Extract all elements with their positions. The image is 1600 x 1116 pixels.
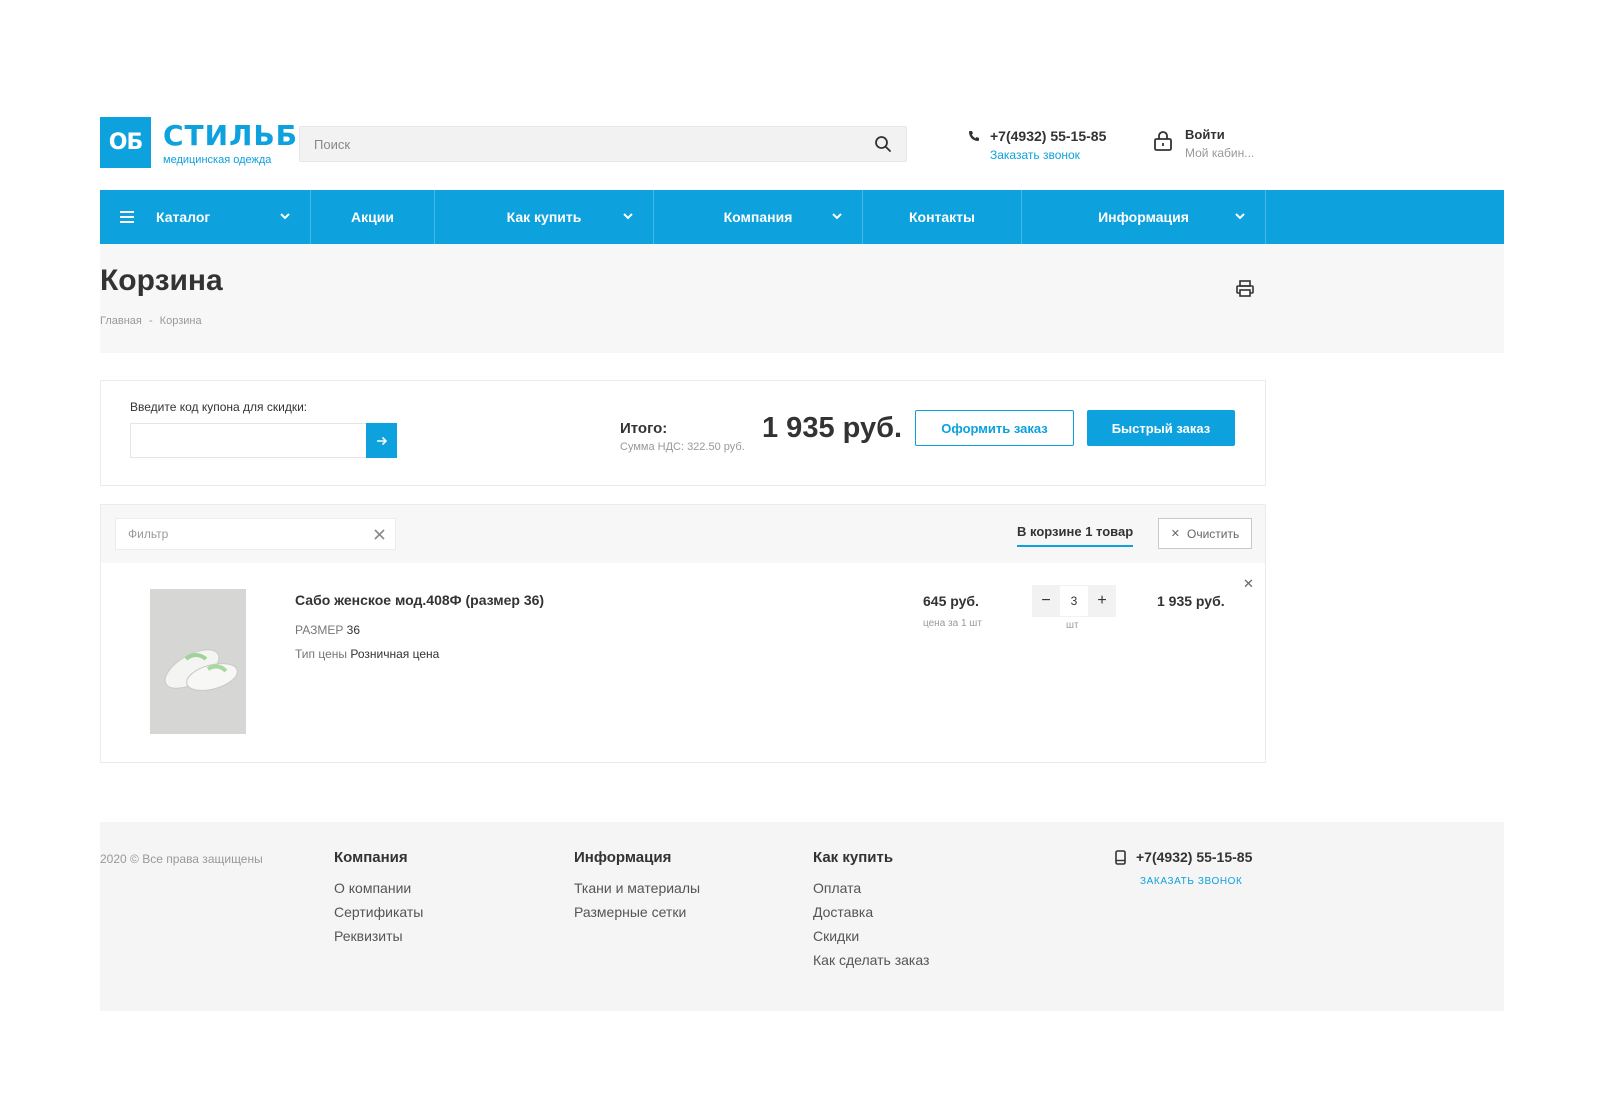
mobile-phone-icon <box>1115 849 1126 865</box>
nav-label: Акции <box>351 209 394 225</box>
login-block[interactable]: Войти Мой кабин... <box>1153 127 1254 160</box>
tab-in-cart[interactable]: В корзине 1 товар <box>1017 524 1134 547</box>
print-icon[interactable] <box>1236 280 1254 297</box>
quantity-unit: шт <box>1066 620 1079 631</box>
checkout-button[interactable]: Оформить заказ <box>915 410 1074 446</box>
search-bar <box>299 126 907 162</box>
footer-callback-link[interactable]: заказать звонок <box>1140 876 1242 887</box>
logo-title: СТИЛЬБ <box>163 119 299 152</box>
menu-icon <box>120 211 134 223</box>
filter-input[interactable] <box>128 527 374 541</box>
price-type-value: Розничная цена <box>350 647 440 661</box>
logo[interactable]: ОБ СТИЛЬБ медицинская одежда <box>100 117 298 168</box>
nav-label: Как купить <box>506 209 582 225</box>
nav-item-company[interactable]: Компания <box>654 190 863 244</box>
breadcrumb-home[interactable]: Главная <box>100 315 142 327</box>
footer <box>100 822 1504 1011</box>
coupon-label: Введите код купона для скидки: <box>130 400 308 414</box>
footer-link[interactable]: Ткани и материалы <box>574 880 700 896</box>
nav-label: Контакты <box>908 209 975 225</box>
account-link[interactable]: Мой кабин... <box>1185 146 1254 160</box>
footer-link[interactable]: Скидки <box>813 928 929 944</box>
nav-item-contacts[interactable]: Контакты <box>863 190 1022 244</box>
line-total: 1 935 руб. <box>1157 593 1225 609</box>
unit-price-note: цена за 1 шт <box>923 618 982 629</box>
main-nav: Каталог Акции Как купить Компания Контак… <box>100 190 1504 244</box>
login-title[interactable]: Войти <box>1185 127 1254 142</box>
title-band <box>100 244 1504 353</box>
chevron-down-icon <box>1235 213 1245 220</box>
breadcrumb-separator: - <box>148 315 153 327</box>
arrow-right-icon <box>376 436 387 445</box>
quick-order-button[interactable]: Быстрый заказ <box>1087 410 1235 446</box>
footer-phone-block: +7(4932) 55-15-85 <box>1115 849 1252 865</box>
footer-column-title: Как купить <box>813 849 894 866</box>
footer-link[interactable]: Реквизиты <box>334 928 423 944</box>
clear-filter-icon[interactable] <box>374 528 385 540</box>
header-phone-block: +7(4932) 55-15-85 Заказать звонок <box>968 128 1106 162</box>
product-name[interactable]: Сабо женское мод.408Ф (размер 36) <box>295 592 544 608</box>
product-size: РАЗМЕР 36 <box>295 623 360 637</box>
quantity-input[interactable] <box>1060 586 1088 616</box>
increase-quantity-button[interactable]: + <box>1088 585 1116 617</box>
remove-item-icon[interactable]: ✕ <box>1243 576 1254 592</box>
vat-amount: Сумма НДС: 322.50 руб. <box>620 441 745 453</box>
footer-link[interactable]: Доставка <box>813 904 929 920</box>
nav-item-how-to-buy[interactable]: Как купить <box>435 190 654 244</box>
close-icon: ✕ <box>1170 528 1180 540</box>
page-title: Корзина <box>100 264 223 297</box>
header-phone[interactable]: +7(4932) 55-15-85 <box>990 128 1106 144</box>
size-label: РАЗМЕР <box>295 623 344 637</box>
footer-column-information: Информация Ткани и материалы Размерные с… <box>574 849 700 928</box>
breadcrumb: Главная - Корзина <box>100 315 202 327</box>
filter-box <box>115 518 396 550</box>
nav-label: Каталог <box>156 209 211 225</box>
chevron-down-icon <box>832 213 842 220</box>
grand-total: 1 935 руб. <box>762 412 903 444</box>
product-image[interactable] <box>150 589 246 734</box>
footer-column-how-to-buy: Как купить Оплата Доставка Скидки Как сд… <box>813 849 929 976</box>
product-price-type: Тип цены Розничная цена <box>295 647 439 661</box>
logo-tagline: медицинская одежда <box>163 154 272 166</box>
total-label: Итого: <box>620 420 668 437</box>
callback-link[interactable]: Заказать звонок <box>990 148 1106 162</box>
chevron-down-icon <box>623 213 633 220</box>
chevron-down-icon <box>280 213 290 220</box>
clear-cart-label: Очистить <box>1186 526 1240 541</box>
nav-item-catalog[interactable]: Каталог <box>100 190 311 244</box>
copyright: 2020 © Все права защищены <box>100 852 263 866</box>
breadcrumb-current: Корзина <box>159 315 202 327</box>
footer-column-company: Компания О компании Сертификаты Реквизит… <box>334 849 423 952</box>
footer-link[interactable]: О компании <box>334 880 423 896</box>
footer-column-title: Компания <box>334 849 408 866</box>
nav-item-information[interactable]: Информация <box>1022 190 1266 244</box>
nav-label: Информация <box>1098 209 1189 225</box>
nav-item-sales[interactable]: Акции <box>311 190 435 244</box>
search-input[interactable] <box>314 136 874 152</box>
size-value: 36 <box>346 623 361 637</box>
footer-link[interactable]: Размерные сетки <box>574 904 700 920</box>
footer-phone[interactable]: +7(4932) 55-15-85 <box>1136 849 1252 865</box>
quantity-stepper: − + <box>1032 585 1116 617</box>
coupon-apply-button[interactable] <box>366 423 397 458</box>
footer-link[interactable]: Оплата <box>813 880 929 896</box>
unit-price: 645 руб. <box>923 593 979 609</box>
price-type-label: Тип цены <box>295 647 348 661</box>
clear-cart-button[interactable]: ✕ Очистить <box>1158 518 1252 549</box>
logo-mark: ОБ <box>100 117 151 168</box>
phone-icon <box>969 131 979 141</box>
lock-icon <box>1154 131 1172 151</box>
nav-label: Компания <box>723 209 793 225</box>
coupon-input[interactable] <box>130 423 366 458</box>
search-icon[interactable] <box>874 135 892 153</box>
footer-column-title: Информация <box>574 849 672 866</box>
footer-link[interactable]: Как сделать заказ <box>813 952 929 968</box>
decrease-quantity-button[interactable]: − <box>1032 585 1060 617</box>
clog-shoe-image <box>150 589 246 734</box>
footer-link[interactable]: Сертификаты <box>334 904 423 920</box>
